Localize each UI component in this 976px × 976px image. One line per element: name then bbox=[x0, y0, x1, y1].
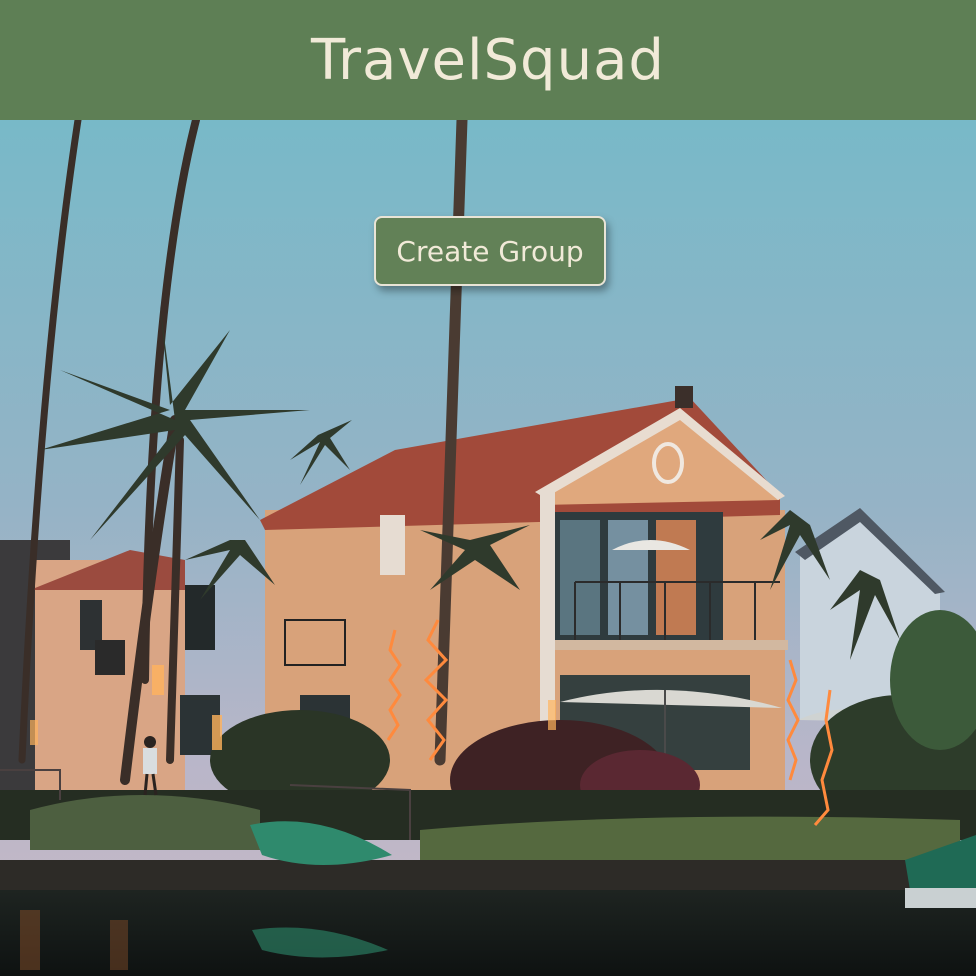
app-title: TravelSquad bbox=[311, 27, 665, 93]
hero-background-photo: Create Group bbox=[0, 120, 976, 976]
header-bar: TravelSquad bbox=[0, 0, 976, 120]
canal-water bbox=[0, 890, 976, 976]
page: TravelSquad Create Group bbox=[0, 0, 976, 976]
create-group-button[interactable]: Create Group bbox=[374, 216, 606, 286]
